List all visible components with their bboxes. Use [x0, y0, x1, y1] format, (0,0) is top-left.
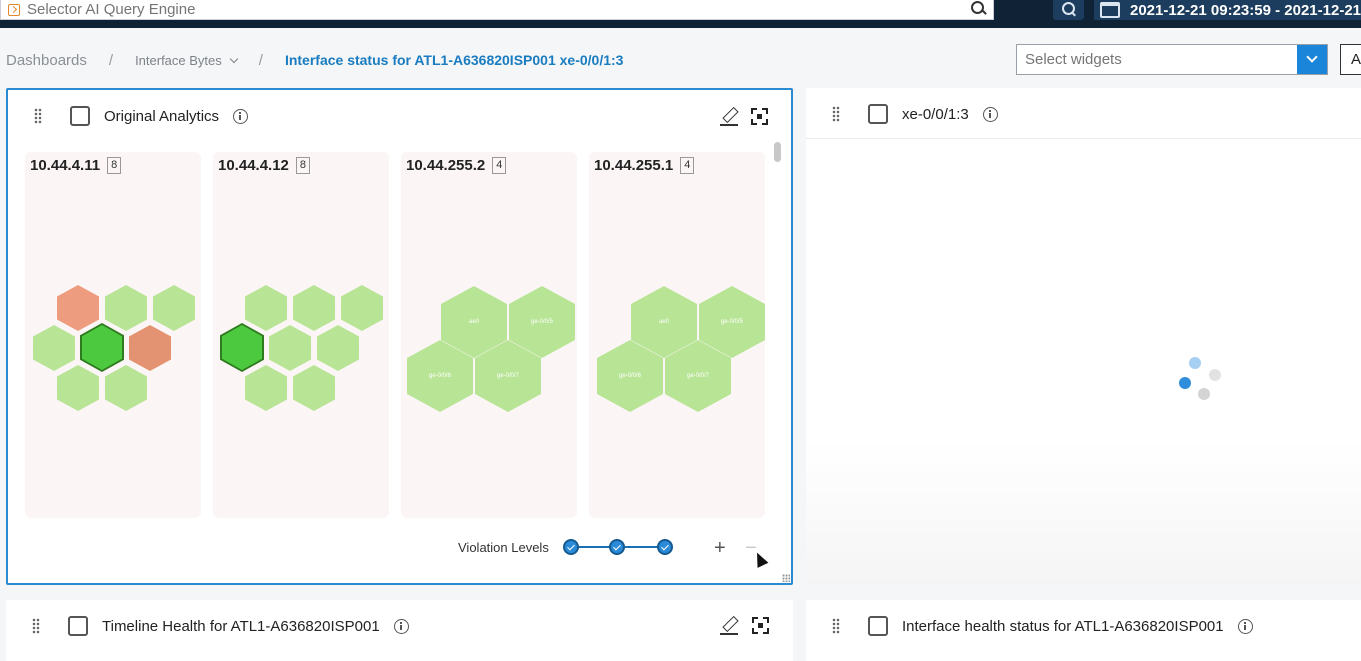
- interface-hex-selected[interactable]: [220, 323, 264, 372]
- drag-handle-icon[interactable]: [832, 618, 840, 634]
- device-ip: 10.44.255.2: [406, 157, 486, 174]
- device-card-header: 10.44.255.2 4: [406, 157, 507, 174]
- interface-hex[interactable]: [33, 325, 75, 371]
- device-card[interactable]: 10.44.4.12 8: [213, 152, 389, 518]
- select-widgets-input[interactable]: [1017, 45, 1297, 74]
- resize-handle-icon[interactable]: [782, 574, 790, 582]
- original-analytics-widget: Original Analytics 10.44.4.11 8 10.44.4.…: [6, 88, 793, 585]
- widget-checkbox[interactable]: [868, 104, 888, 124]
- mouse-cursor-icon: [751, 550, 769, 568]
- interface-hex[interactable]: [245, 285, 287, 331]
- add-level-button[interactable]: +: [714, 538, 726, 558]
- info-icon[interactable]: [233, 108, 249, 124]
- interface-hex[interactable]: [317, 325, 359, 371]
- hex-label: ge-0/0/6: [618, 372, 642, 379]
- interface-hex[interactable]: [341, 285, 383, 331]
- hex-label: ge-0/0/5: [530, 318, 554, 325]
- interface-count-badge: 8: [107, 157, 122, 174]
- device-card[interactable]: 10.44.255.2 4 ae0 ge-0/0/5 ge-0/0/6 ge-0…: [401, 152, 577, 518]
- top-bar: 2021-12-21 09:23:59 - 2021-12-21: [0, 0, 1361, 28]
- device-card[interactable]: 10.44.255.1 4 ae0 ge-0/0/5 ge-0/0/6 ge-0…: [589, 152, 765, 518]
- edit-icon[interactable]: [720, 616, 738, 635]
- divider: [806, 138, 1361, 139]
- interface-hex[interactable]: [129, 325, 171, 371]
- widget-title: xe-0/0/1:3: [902, 105, 969, 123]
- widget-checkbox[interactable]: [868, 616, 888, 636]
- widget-title: Timeline Health for ATL1-A636820ISP001: [102, 617, 380, 635]
- interface-hex[interactable]: [105, 365, 147, 411]
- violation-levels-slider[interactable]: [562, 538, 673, 556]
- widget-checkbox[interactable]: [68, 616, 88, 636]
- breadcrumb-separator: /: [108, 51, 114, 69]
- query-search-box[interactable]: [0, 0, 994, 20]
- widget-title: Interface health status for ATL1-A636820…: [902, 617, 1224, 635]
- chevron-down-icon[interactable]: [1297, 45, 1327, 74]
- hex-label: ae0: [468, 318, 479, 325]
- hex-label: ge-0/0/5: [720, 318, 744, 325]
- drag-handle-icon[interactable]: [32, 618, 40, 634]
- interface-hex[interactable]: [245, 365, 287, 411]
- violation-level-check-icon[interactable]: [608, 539, 625, 555]
- date-range-text: 2021-12-21 09:23:59 - 2021-12-21: [1130, 1, 1361, 19]
- device-card-header: 10.44.255.1 4: [594, 157, 695, 174]
- widget-checkbox[interactable]: [70, 106, 90, 126]
- interface-hex[interactable]: [293, 285, 335, 331]
- info-icon[interactable]: [393, 618, 409, 634]
- violation-level-check-icon[interactable]: [562, 539, 579, 555]
- interface-hex[interactable]: [57, 285, 99, 331]
- device-ip: 10.44.4.12: [218, 157, 289, 174]
- edit-icon[interactable]: [720, 107, 738, 126]
- drag-handle-icon[interactable]: [832, 106, 840, 122]
- widget-header: Original Analytics: [8, 90, 791, 142]
- interface-count-badge: 4: [680, 157, 695, 174]
- breadcrumb-current: Interface status for ATL1-A636820ISP001 …: [284, 52, 624, 68]
- interface-count-badge: 8: [295, 157, 311, 174]
- device-card[interactable]: 10.44.4.11 8: [25, 152, 201, 518]
- interface-hex[interactable]: [269, 325, 311, 371]
- interface-hex-selected[interactable]: [80, 323, 124, 372]
- hex-label: ge-0/0/7: [686, 372, 710, 379]
- violation-levels-label: Violation Levels: [458, 539, 549, 555]
- info-icon[interactable]: [1237, 618, 1253, 634]
- expand-icon[interactable]: [752, 617, 769, 634]
- drag-handle-icon[interactable]: [34, 108, 42, 124]
- interface-count-badge: 4: [492, 157, 507, 174]
- widget-header: xe-0/0/1:3: [806, 88, 1361, 140]
- violation-level-check-icon[interactable]: [656, 539, 673, 555]
- query-search-input[interactable]: [27, 0, 963, 19]
- scrollbar-thumb[interactable]: [774, 142, 781, 162]
- expand-icon[interactable]: [751, 108, 768, 125]
- widget-title: Original Analytics: [104, 107, 220, 125]
- widget-header: Timeline Health for ATL1-A636820ISP001: [6, 600, 793, 652]
- interface-hex[interactable]: [293, 365, 335, 411]
- hex-label: ge-0/0/6: [428, 372, 452, 379]
- violation-levels: Violation Levels: [458, 538, 673, 556]
- zoom-out-icon[interactable]: [1053, 0, 1084, 20]
- date-range-picker[interactable]: 2021-12-21 09:23:59 - 2021-12-21: [1094, 0, 1361, 20]
- interface-hex[interactable]: [105, 285, 147, 331]
- widget-header: Interface health status for ATL1-A636820…: [806, 600, 1361, 652]
- interface-health-widget: Interface health status for ATL1-A636820…: [806, 600, 1361, 661]
- chevron-down-icon: [229, 54, 239, 63]
- select-widgets-dropdown[interactable]: [1016, 44, 1328, 75]
- widget-background: [806, 440, 1361, 585]
- device-ip: 10.44.4.11: [30, 157, 101, 174]
- hex-label: ae0: [658, 318, 669, 325]
- breadcrumb: Dashboards / Interface Bytes / Interface…: [6, 50, 623, 70]
- breadcrumb-separator: /: [258, 51, 263, 69]
- timeline-health-widget: Timeline Health for ATL1-A636820ISP001: [6, 600, 793, 661]
- device-ip: 10.44.255.1: [594, 157, 674, 174]
- interface-hex[interactable]: [57, 365, 99, 411]
- calendar-icon: [1100, 2, 1120, 18]
- device-card-header: 10.44.4.11 8: [30, 157, 122, 174]
- info-icon[interactable]: [982, 106, 998, 122]
- add-button[interactable]: A: [1340, 44, 1361, 75]
- hex-label: ge-0/0/7: [496, 372, 520, 379]
- interface-hex[interactable]: [153, 285, 195, 331]
- device-card-header: 10.44.4.12 8: [218, 157, 311, 174]
- search-icon[interactable]: [963, 0, 993, 20]
- breadcrumb-interface-bytes[interactable]: Interface Bytes: [135, 53, 239, 68]
- query-engine-icon: [1, 0, 27, 20]
- breadcrumb-dashboards[interactable]: Dashboards: [6, 52, 87, 69]
